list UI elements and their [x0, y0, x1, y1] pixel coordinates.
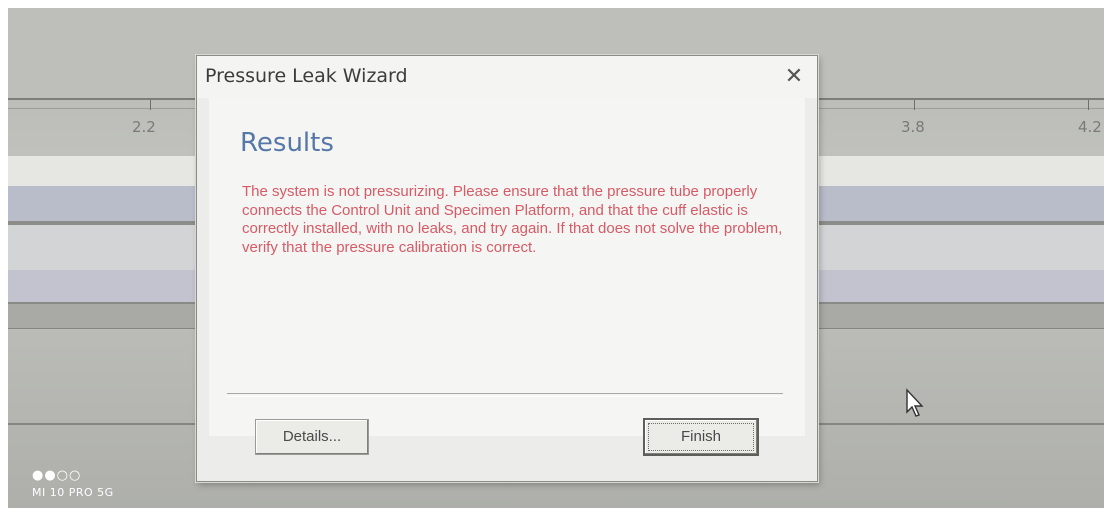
dialog-content: Results The system is not pressurizing. …: [209, 98, 805, 436]
watermark-device-name: MI 10 PRO 5G: [32, 486, 114, 499]
camera-watermark: ●●○○ MI 10 PRO 5G: [32, 468, 114, 499]
mouse-pointer-icon: [906, 388, 924, 417]
ruler-tick: [914, 100, 915, 110]
dialog-title: Pressure Leak Wizard: [205, 65, 408, 87]
ruler-tick-label: 2.2: [132, 118, 156, 136]
pressure-leak-wizard-dialog: Pressure Leak Wizard ✕ Results The syste…: [196, 55, 818, 482]
ruler-tick: [1088, 100, 1089, 110]
finish-button[interactable]: Finish: [643, 418, 759, 456]
watermark-dots: ●●○○: [32, 468, 82, 483]
ruler-tick-label: 3.8: [901, 118, 925, 136]
close-icon[interactable]: ✕: [783, 66, 805, 88]
error-message: The system is not pressurizing. Please e…: [242, 183, 783, 256]
dialog-separator: [227, 393, 783, 397]
dialog-titlebar[interactable]: Pressure Leak Wizard ✕: [197, 56, 817, 98]
ruler-tick: [150, 100, 151, 110]
details-button[interactable]: Details...: [255, 419, 369, 455]
ruler-tick-label: 4.2: [1078, 118, 1102, 136]
results-heading: Results: [240, 128, 334, 158]
